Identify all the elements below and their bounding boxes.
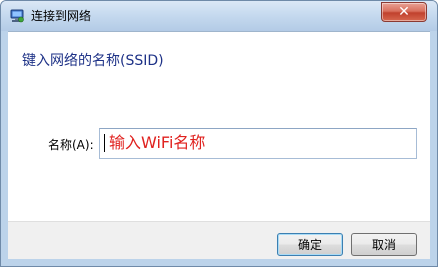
ssid-input[interactable]: 输入WiFi名称 — [99, 128, 417, 159]
ok-button[interactable]: 确定 — [277, 233, 343, 256]
title-bar[interactable]: 连接到网络 ✕ — [1, 1, 437, 31]
page-title: 键入网络的名称(SSID) — [22, 53, 164, 69]
connect-network-dialog: 连接到网络 ✕ 键入网络的名称(SSID) 名称(A): 输入WiFi名称 确定… — [0, 0, 438, 267]
cancel-button[interactable]: 取消 — [351, 233, 417, 256]
text-caret — [104, 134, 105, 152]
close-button[interactable]: ✕ — [381, 2, 427, 22]
dialog-content: 键入网络的名称(SSID) 名称(A): 输入WiFi名称 — [8, 31, 430, 221]
button-bar: 确定 取消 — [8, 221, 430, 259]
window-title: 连接到网络 — [31, 9, 92, 23]
network-connect-icon — [10, 9, 24, 23]
close-icon: ✕ — [398, 4, 410, 20]
ssid-field-label: 名称(A): — [48, 138, 94, 152]
ssid-input-value: 输入WiFi名称 — [109, 133, 206, 152]
